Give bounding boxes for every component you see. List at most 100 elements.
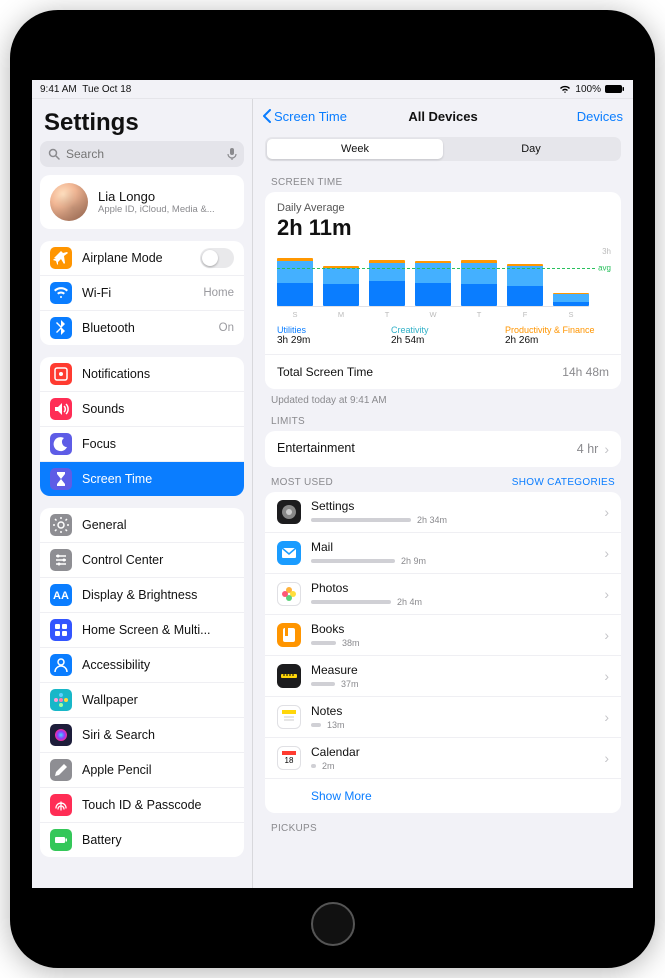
sidebar-item-wi-fi[interactable]: Wi-FiHome — [40, 275, 244, 310]
sidebar-item-accessibility[interactable]: Accessibility — [40, 647, 244, 682]
updated-text: Updated today at 9:41 AM — [253, 389, 633, 406]
row-label: Home Screen & Multi... — [82, 623, 234, 637]
sidebar: Settings Lia Longo Apple ID, iCloud, Med… — [32, 99, 252, 888]
app-row-settings[interactable]: Settings2h 34m› — [265, 492, 621, 532]
usage-time: 37m — [341, 679, 359, 689]
wifi-icon — [559, 84, 571, 94]
home-button[interactable] — [311, 902, 355, 946]
flower-icon — [50, 689, 72, 711]
screen-time-panel[interactable]: Daily Average 2h 11m 3h SMTWTFS avg Util… — [265, 192, 621, 389]
usage-bar — [311, 764, 316, 768]
section-most-used: MOST USED — [271, 477, 333, 488]
cat-name: Productivity & Finance — [505, 325, 609, 335]
wifi-icon — [50, 282, 72, 304]
seg-week[interactable]: Week — [267, 139, 443, 159]
seg-day[interactable]: Day — [443, 139, 619, 159]
sidebar-item-airplane-mode[interactable]: Airplane Mode — [40, 241, 244, 275]
profile-name: Lia Longo — [98, 189, 215, 204]
y-axis-3h: 3h — [602, 247, 611, 256]
sliders-icon — [50, 549, 72, 571]
limits-row[interactable]: Entertainment 4 hr › — [265, 431, 621, 467]
app-row-measure[interactable]: Measure37m› — [265, 655, 621, 696]
usage-time: 2m — [322, 761, 335, 771]
sidebar-item-focus[interactable]: Focus — [40, 426, 244, 461]
app-row-notes[interactable]: Notes13m› — [265, 696, 621, 737]
sidebar-item-general[interactable]: General — [40, 508, 244, 542]
usage-time: 13m — [327, 720, 345, 730]
chevron-right-icon: › — [604, 709, 609, 725]
chart-bar-1 — [323, 266, 359, 306]
search-input[interactable] — [66, 147, 221, 161]
total-label: Total Screen Time — [277, 365, 373, 379]
app-row-mail[interactable]: Mail2h 9m› — [265, 532, 621, 573]
segmented-control[interactable]: Week Day — [265, 137, 621, 161]
hourglass-icon — [50, 468, 72, 490]
toggle[interactable] — [200, 248, 234, 268]
row-detail: Home — [203, 287, 234, 299]
battery-icon — [605, 84, 625, 94]
sidebar-item-control-center[interactable]: Control Center — [40, 542, 244, 577]
sidebar-item-notifications[interactable]: Notifications — [40, 357, 244, 391]
sidebar-item-battery[interactable]: Battery — [40, 822, 244, 857]
sidebar-item-bluetooth[interactable]: BluetoothOn — [40, 310, 244, 345]
row-label: Bluetooth — [82, 321, 209, 335]
row-label: Display & Brightness — [82, 588, 234, 602]
grid-icon — [50, 619, 72, 641]
sidebar-item-touch-id-passcode[interactable]: Touch ID & Passcode — [40, 787, 244, 822]
bell-icon — [50, 363, 72, 385]
section-screen-time: SCREEN TIME — [253, 167, 633, 192]
usage-time: 38m — [342, 638, 360, 648]
app-icon: 18 — [277, 746, 301, 770]
app-icon — [277, 664, 301, 688]
sidebar-item-apple-pencil[interactable]: Apple Pencil — [40, 752, 244, 787]
show-categories[interactable]: SHOW CATEGORIES — [512, 477, 615, 488]
usage-bar — [311, 559, 395, 563]
section-limits: LIMITS — [253, 406, 633, 431]
profile-row[interactable]: Lia Longo Apple ID, iCloud, Media &... — [40, 175, 244, 229]
row-label: Battery — [82, 833, 234, 847]
show-more[interactable]: Show More — [265, 778, 621, 813]
nav-right[interactable]: Devices — [577, 109, 623, 124]
daily-average-value: 2h 11m — [277, 215, 609, 241]
row-label: Sounds — [82, 402, 234, 416]
row-label: Focus — [82, 437, 234, 451]
profile-sub: Apple ID, iCloud, Media &... — [98, 204, 215, 215]
sidebar-item-home-screen-multi-[interactable]: Home Screen & Multi... — [40, 612, 244, 647]
chart-bar-5 — [507, 264, 543, 306]
sidebar-item-display-brightness[interactable]: AA Display & Brightness — [40, 577, 244, 612]
sidebar-item-wallpaper[interactable]: Wallpaper — [40, 682, 244, 717]
speaker-icon — [50, 398, 72, 420]
sidebar-item-siri-search[interactable]: Siri & Search — [40, 717, 244, 752]
cat-value: 3h 29m — [277, 335, 381, 346]
pencil-icon — [50, 759, 72, 781]
chart-bar-6 — [553, 293, 589, 306]
app-icon — [277, 582, 301, 606]
gear-icon — [50, 514, 72, 536]
usage-bar — [311, 723, 321, 727]
row-label: Control Center — [82, 553, 234, 567]
search-field[interactable] — [40, 141, 244, 167]
avg-label: avg — [598, 263, 611, 272]
sidebar-item-screen-time[interactable]: Screen Time — [40, 461, 244, 496]
usage-bar — [311, 682, 335, 686]
chevron-right-icon: › — [604, 545, 609, 561]
avatar — [50, 183, 88, 221]
cat-name: Utilities — [277, 325, 381, 335]
app-icon — [277, 623, 301, 647]
app-icon — [277, 541, 301, 565]
app-name: Photos — [311, 581, 594, 595]
usage-time: 2h 9m — [401, 556, 426, 566]
row-label: Screen Time — [82, 472, 234, 486]
nav-back[interactable]: Screen Time — [263, 109, 347, 124]
sidebar-item-sounds[interactable]: Sounds — [40, 391, 244, 426]
row-label: Airplane Mode — [82, 251, 190, 265]
row-label: Accessibility — [82, 658, 234, 672]
fingerprint-icon — [50, 794, 72, 816]
usage-bar — [311, 518, 411, 522]
svg-text:AA: AA — [53, 590, 69, 602]
app-row-books[interactable]: Books38m› — [265, 614, 621, 655]
mic-icon[interactable] — [227, 147, 237, 161]
app-row-calendar[interactable]: 18Calendar2m› — [265, 737, 621, 778]
app-row-photos[interactable]: Photos2h 4m› — [265, 573, 621, 614]
siri-icon — [50, 724, 72, 746]
